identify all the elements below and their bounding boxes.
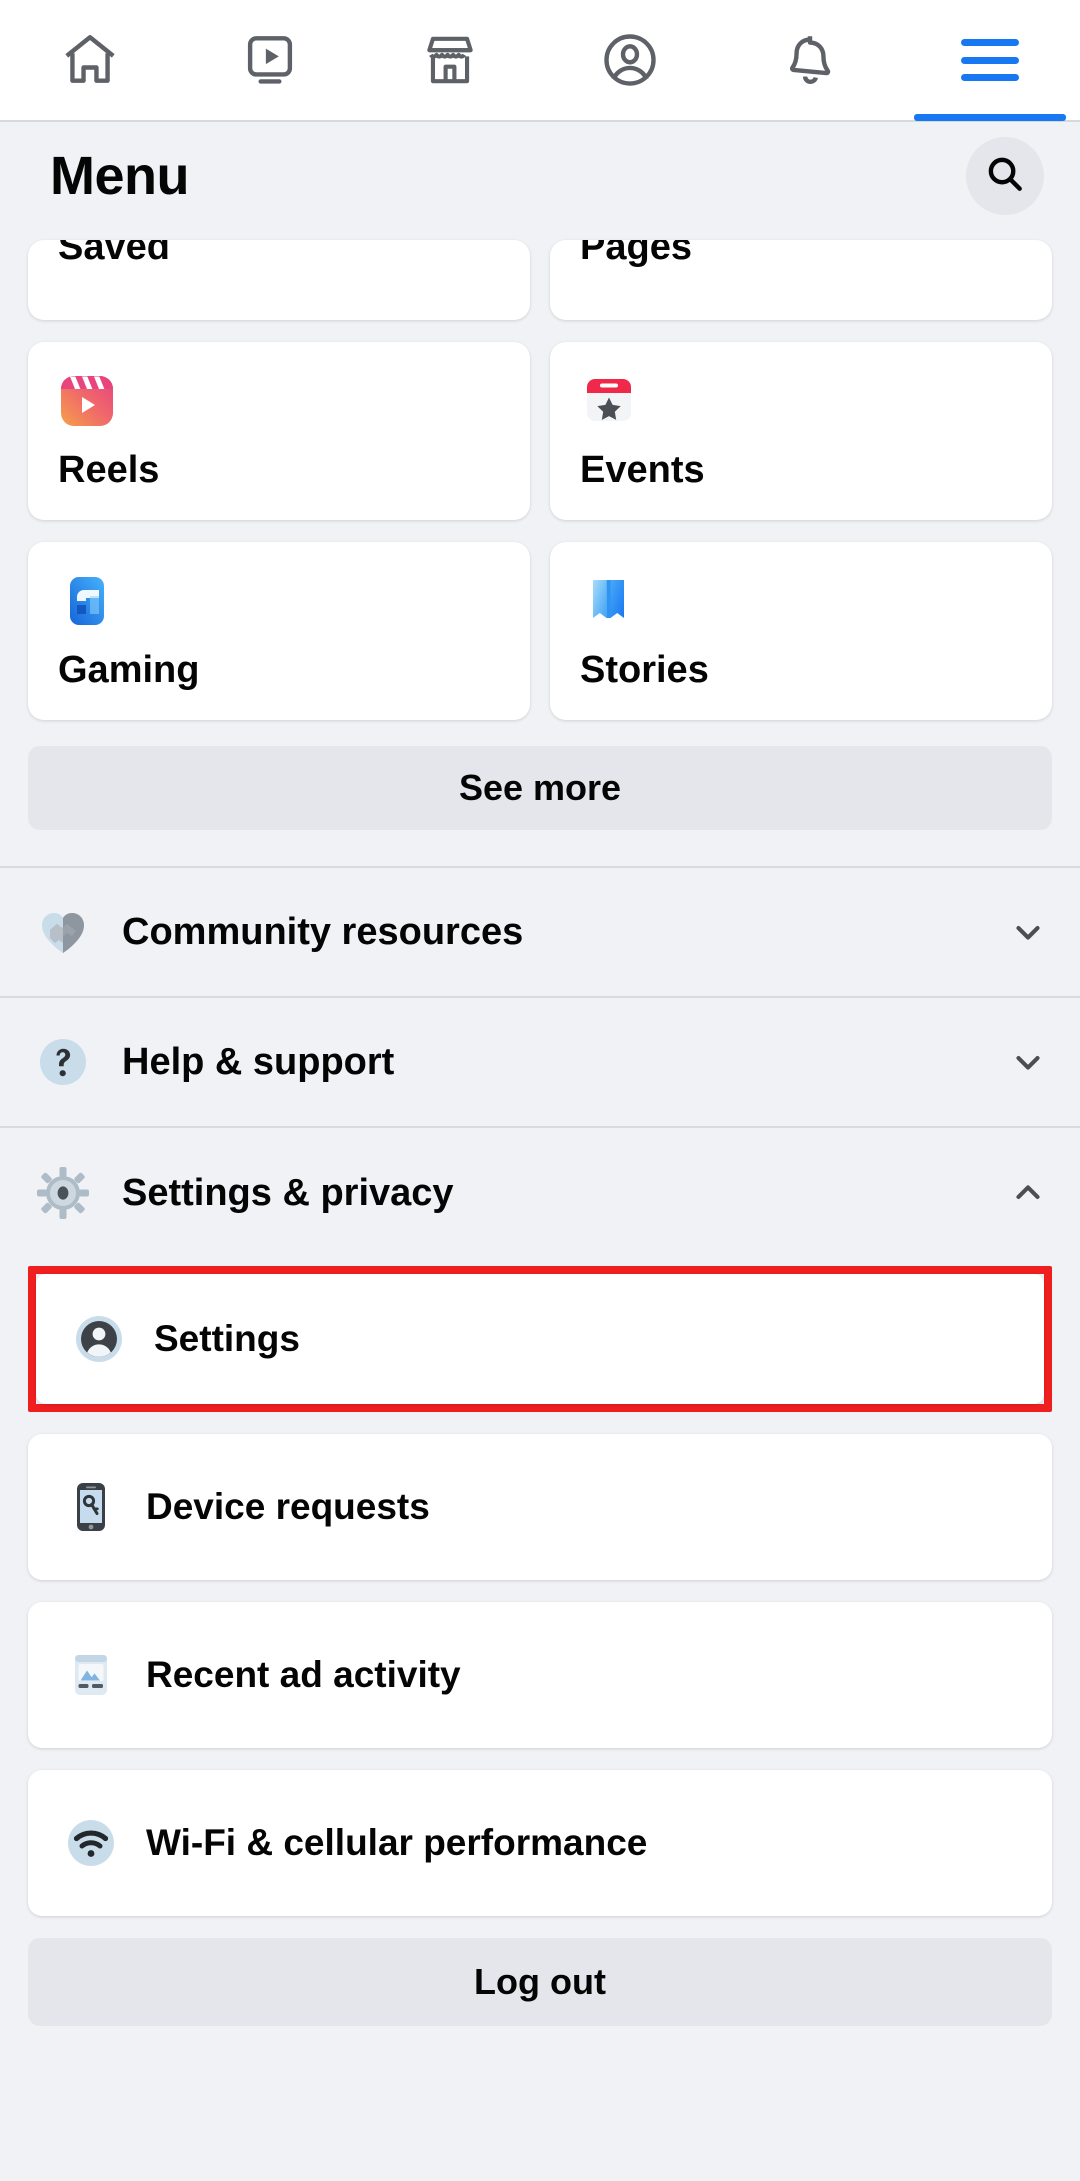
see-more-button[interactable]: See more [28, 746, 1052, 830]
menu-hamburger-icon [961, 39, 1019, 81]
account-avatar-icon [70, 1310, 128, 1368]
shortcut-tile-grid: Saved Pages Reels Events Gaming Stories [0, 240, 1080, 720]
tile-reels[interactable]: Reels [28, 342, 530, 520]
section-community-resources[interactable]: Community resources [0, 868, 1080, 998]
marketplace-icon [419, 29, 481, 91]
search-icon [983, 152, 1027, 201]
active-tab-underline [914, 114, 1066, 121]
submenu-item-settings[interactable]: Settings [36, 1274, 1044, 1404]
tile-label: Events [580, 449, 705, 491]
submenu-item-label: Wi-Fi & cellular performance [146, 1822, 648, 1863]
tile-pages[interactable]: Pages [550, 240, 1052, 320]
chevron-down-icon[interactable] [1008, 912, 1048, 952]
reels-icon [58, 372, 116, 430]
events-icon [580, 372, 638, 430]
menu-header: Menu [0, 122, 1080, 230]
nav-tab-profile[interactable] [540, 0, 720, 121]
tile-saved[interactable]: Saved [28, 240, 530, 320]
submenu-item-label: Device requests [146, 1486, 430, 1527]
section-label: Settings & privacy [122, 1171, 454, 1214]
wifi-icon [62, 1814, 120, 1872]
chevron-up-icon[interactable] [1008, 1173, 1048, 1213]
tile-label: Stories [580, 649, 709, 691]
home-icon [59, 29, 121, 91]
nav-tab-home[interactable] [0, 0, 180, 121]
section-label: Community resources [122, 910, 524, 953]
submenu-item-label: Settings [154, 1318, 300, 1359]
video-icon [239, 29, 301, 91]
gaming-icon [58, 572, 116, 630]
submenu-item-label: Recent ad activity [146, 1654, 461, 1695]
search-button[interactable] [966, 137, 1044, 215]
tile-label: Pages [580, 240, 692, 268]
page-title: Menu [50, 146, 190, 206]
log-out-button[interactable]: Log out [28, 1938, 1052, 2026]
tile-events[interactable]: Events [550, 342, 1052, 520]
settings-highlight-box: Settings [28, 1266, 1052, 1412]
gear-icon [30, 1160, 96, 1226]
section-settings-and-privacy[interactable]: Settings & privacy [0, 1128, 1080, 1258]
facebook-menu-screen: Menu Saved Pages Reels Events Gaming Sto… [0, 0, 1080, 2181]
notifications-bell-icon [779, 29, 841, 91]
tile-gaming[interactable]: Gaming [28, 542, 530, 720]
top-navigation-bar [0, 0, 1080, 122]
handshake-heart-icon [30, 899, 96, 965]
section-help-and-support[interactable]: Help & support [0, 998, 1080, 1128]
submenu-item-device-requests[interactable]: Device requests [28, 1434, 1052, 1580]
question-mark-icon [30, 1029, 96, 1095]
profile-icon [599, 29, 661, 91]
tile-stories[interactable]: Stories [550, 542, 1052, 720]
tile-label: Gaming [58, 649, 200, 691]
ad-card-icon [62, 1646, 120, 1704]
submenu-item-recent-ad-activity[interactable]: Recent ad activity [28, 1602, 1052, 1748]
settings-submenu-list: Settings Device requests Recent ad activ… [0, 1266, 1080, 1916]
section-label: Help & support [122, 1040, 395, 1083]
stories-icon [580, 572, 638, 630]
tile-label: Saved [58, 240, 170, 268]
nav-tab-marketplace[interactable] [360, 0, 540, 121]
tile-label: Reels [58, 449, 160, 491]
nav-tab-menu[interactable] [900, 0, 1080, 121]
submenu-item-wifi-cellular-performance[interactable]: Wi-Fi & cellular performance [28, 1770, 1052, 1916]
phone-key-icon [62, 1478, 120, 1536]
nav-tab-notifications[interactable] [720, 0, 900, 121]
chevron-down-icon[interactable] [1008, 1042, 1048, 1082]
nav-tab-video[interactable] [180, 0, 360, 121]
